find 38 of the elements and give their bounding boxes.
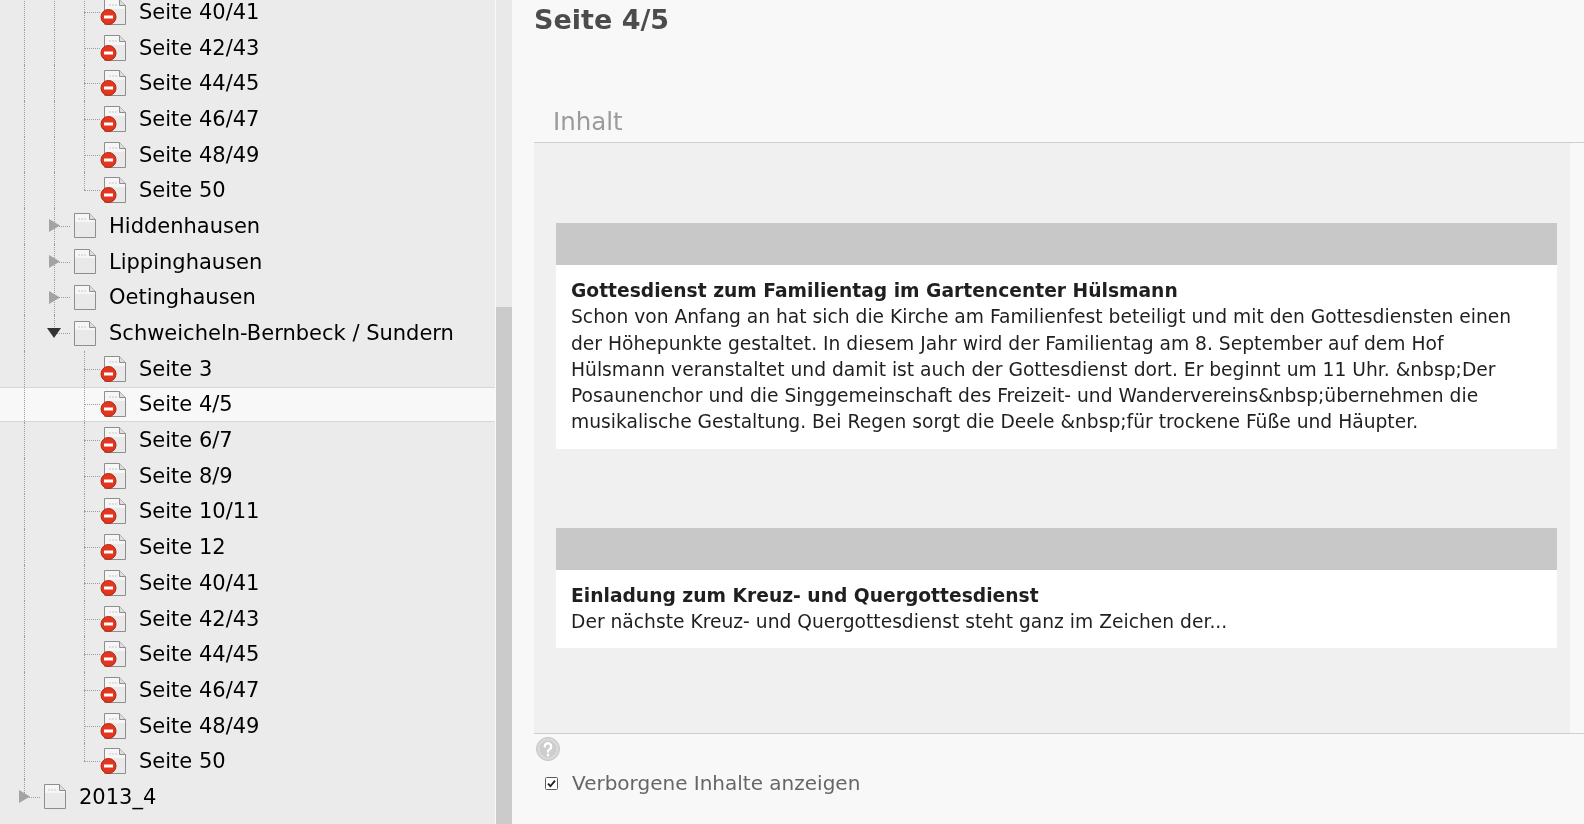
card-title: Einladung zum Kreuz- und Quergottesdienst [571, 583, 1040, 608]
tree-item[interactable]: Seite 3 [0, 350, 495, 387]
tree-item[interactable]: Seite 8/9 [0, 457, 495, 494]
caret-right-icon[interactable] [49, 219, 60, 233]
checkbox[interactable] [545, 776, 558, 790]
caret-right-icon[interactable] [19, 790, 30, 804]
tree-item[interactable]: Seite 44/45 [0, 65, 495, 102]
card-text: Der nächste Kreuz- und Quergottesdienst steht ganz im Zeichen der... [571, 610, 1229, 635]
tree-item[interactable]: Seite 6/7 [0, 422, 495, 458]
caret-right-icon[interactable] [49, 290, 60, 304]
page-title: Seite 4/5 [534, 3, 670, 37]
help-icon[interactable] [536, 737, 560, 762]
tree-item[interactable]: Seite 48/49 [0, 707, 495, 744]
tree-item[interactable]: Oetinghausen [0, 279, 495, 316]
tree-item[interactable]: Seite 50 [0, 743, 495, 780]
tree-item[interactable]: Seite 12 [0, 529, 495, 565]
card-title: Gottesdienst zum Familientag im Gartencenter Hülsmann [571, 279, 1179, 303]
tree-item[interactable]: Seite 46/47 [0, 672, 495, 708]
tree-item[interactable]: Schweicheln-Bernbeck / Sundern [0, 315, 495, 351]
tree-item[interactable]: Seite 40/41 [0, 0, 495, 30]
tree-item[interactable]: Seite 42/43 [0, 29, 495, 66]
column-title: Inhalt [553, 107, 623, 136]
tree-item[interactable]: 2013_4 [0, 779, 495, 815]
tree-item[interactable]: Lippinghausen [0, 243, 495, 280]
caret-right-icon[interactable] [49, 255, 60, 269]
tree-item[interactable]: Seite 44/45 [0, 636, 495, 673]
tree-item[interactable]: Seite 50 [0, 172, 495, 209]
tree-item[interactable]: Seite 10/11 [0, 493, 495, 530]
tree-item[interactable]: Hiddenhausen [0, 208, 495, 244]
card-text: Schon von Anfang an hat sich die Kirche am Familienfest beteiligt und mit den Gottesdiensten einen der Höhepunkte gestaltet. In diesem Jahr wird der Familientag am 8. September auf dem Hof Hülsmann veranstaltet und damit ist auch der Gottesdienst dort. Er beginnt um 11 Uhr. &nbsp;Der Posaunenchor und die Singgemeinschaft des Freizeit- und Wandervereins&nbsp;übernehmen die musikalische Gestaltung. Bei Regen sorgt die Deele &nbsp;für trockene Füße und Häupter. [571, 305, 1513, 435]
checkbox-label[interactable]: Verborgene Inhalte anzeigen [572, 771, 861, 796]
scrollbar-thumb[interactable] [496, 307, 512, 824]
tree-item[interactable]: Seite 40/41 [0, 565, 495, 601]
caret-down-icon[interactable] [47, 328, 61, 339]
tree-item[interactable]: Seite 4/5 [0, 386, 495, 423]
tree-item[interactable]: Seite 48/49 [0, 136, 495, 173]
tree-item[interactable]: Seite 42/43 [0, 600, 495, 637]
tree-item[interactable]: Seite 46/47 [0, 101, 495, 137]
